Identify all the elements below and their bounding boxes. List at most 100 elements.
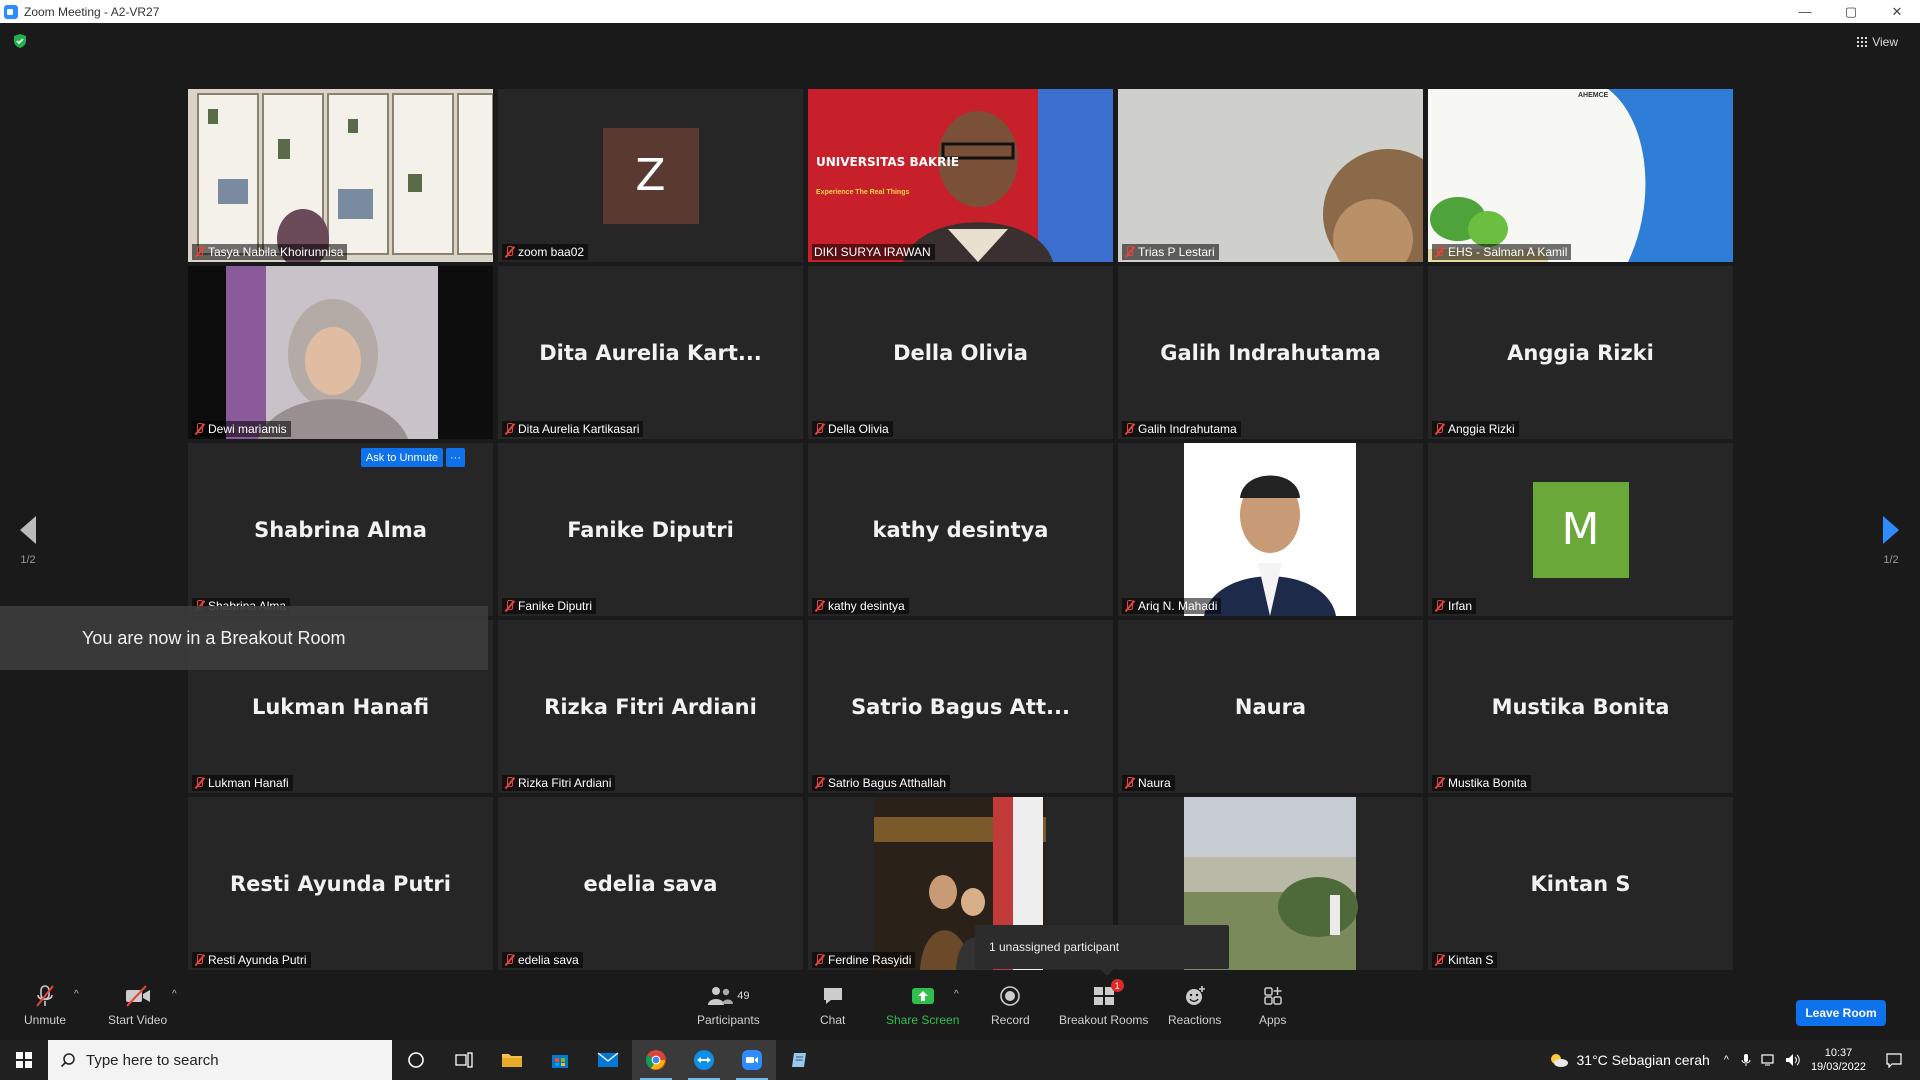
mic-muted-icon: [194, 246, 205, 258]
participant-name-label: EHS - Salman A Kamil: [1432, 244, 1572, 260]
apps-button[interactable]: Apps: [1259, 983, 1286, 1027]
participant-name-label: Dewi mariamis: [192, 421, 291, 437]
network-icon[interactable]: [1761, 1053, 1777, 1067]
participant-name-label: Kintan S: [1432, 952, 1498, 968]
gallery-grid: Tasya Nabila Khoirunnisa Z zoom baa02 UN…: [188, 89, 1733, 970]
task-view-button[interactable]: [440, 1040, 488, 1080]
participant-name: Ariq N. Mahadi: [1138, 599, 1218, 613]
search-icon: [60, 1053, 75, 1068]
clock[interactable]: 10:37 19/03/2022: [1811, 1046, 1866, 1074]
video-options-caret-icon[interactable]: ^: [172, 989, 177, 1000]
microsoft-store-button[interactable]: [536, 1040, 584, 1080]
participant-name-label: Trias P Lestari: [1122, 244, 1219, 260]
mic-muted-icon: [194, 777, 205, 789]
microphone-icon[interactable]: [1741, 1053, 1751, 1067]
mic-muted-icon: [814, 954, 825, 966]
participant-tile[interactable]: kathy desintya kathy desintya: [808, 443, 1113, 616]
minimize-button[interactable]: —: [1782, 0, 1828, 23]
participant-name-label: Lukman Hanafi: [192, 775, 293, 791]
breakout-rooms-button[interactable]: 1 Breakout Rooms: [1059, 979, 1149, 1027]
record-button[interactable]: Record: [991, 983, 1030, 1027]
folder-icon: [502, 1054, 522, 1067]
start-button[interactable]: [0, 1040, 48, 1080]
view-button[interactable]: View: [1857, 35, 1898, 49]
notepad-button[interactable]: [776, 1040, 824, 1080]
share-options-caret-icon[interactable]: ^: [954, 989, 959, 1000]
ask-to-unmute-group: Ask to Unmute ···: [360, 448, 465, 467]
audio-options-caret-icon[interactable]: ^: [74, 989, 79, 1000]
participant-tile[interactable]: Tasya Nabila Khoirunnisa: [188, 89, 493, 262]
participant-tile[interactable]: Dewi mariamis: [188, 266, 493, 439]
participant-tile[interactable]: Fanike Diputri Fanike Diputri: [498, 443, 803, 616]
participants-count: 49: [737, 990, 750, 1002]
leave-room-button[interactable]: Leave Room: [1796, 1000, 1886, 1026]
participant-tile[interactable]: Kintan S Kintan S: [1428, 797, 1733, 970]
breakout-notification-badge: 1: [1110, 979, 1124, 992]
start-video-button[interactable]: Start Video: [108, 983, 167, 1027]
chrome-button[interactable]: [632, 1040, 680, 1080]
mic-muted-icon: [504, 246, 515, 258]
ask-to-unmute-button[interactable]: Ask to Unmute: [360, 448, 443, 467]
video-off-icon: [124, 983, 152, 1009]
participant-tile[interactable]: Anggia Rizki Anggia Rizki: [1428, 266, 1733, 439]
mail-button[interactable]: [584, 1040, 632, 1080]
security-shield-icon[interactable]: [12, 33, 28, 49]
participant-tile[interactable]: Satrio Bagus Att... Satrio Bagus Atthall…: [808, 620, 1113, 793]
weather-partly-cloudy-icon[interactable]: [1549, 1052, 1569, 1068]
unassigned-participant-tooltip: 1 unassigned participant: [975, 925, 1229, 976]
participant-name: DIKI SURYA IRAWAN: [814, 245, 931, 259]
participant-tile[interactable]: Galih Indrahutama Galih Indrahutama: [1118, 266, 1423, 439]
close-button[interactable]: ✕: [1874, 0, 1920, 23]
breakout-rooms-label: Breakout Rooms: [1059, 1013, 1149, 1027]
clock-time: 10:37: [1824, 1047, 1853, 1059]
zoom-taskbar-button[interactable]: [728, 1040, 776, 1080]
participant-tile[interactable]: edelia sava edelia sava: [498, 797, 803, 970]
participants-button[interactable]: 49 Participants: [697, 983, 760, 1027]
participant-tile[interactable]: Resti Ayunda Putri Resti Ayunda Putri: [188, 797, 493, 970]
participant-display-name: Mustika Bonita: [1491, 694, 1670, 719]
participant-name-label: zoom baa02: [502, 244, 589, 260]
apps-icon: [1262, 983, 1284, 1009]
notification-center-icon[interactable]: [1886, 1052, 1902, 1068]
volume-icon[interactable]: [1785, 1053, 1801, 1067]
participant-tile[interactable]: Mustika Bonita Mustika Bonita: [1428, 620, 1733, 793]
participant-tile[interactable]: Naura Naura: [1118, 620, 1423, 793]
previous-page-button[interactable]: 1/2: [18, 516, 38, 566]
participant-tile[interactable]: Della Olivia Della Olivia: [808, 266, 1113, 439]
file-explorer-button[interactable]: [488, 1040, 536, 1080]
restore-button[interactable]: ▢: [1828, 0, 1874, 23]
show-hidden-icons-icon[interactable]: ^: [1724, 1054, 1729, 1066]
next-page-button[interactable]: 1/2: [1881, 516, 1901, 566]
participant-name-label: Satrio Bagus Atthallah: [812, 775, 951, 791]
weather-text[interactable]: 31°C Sebagian cerah: [1577, 1052, 1710, 1068]
chat-button[interactable]: Chat: [820, 983, 845, 1027]
more-options-button[interactable]: ···: [446, 448, 465, 467]
participant-tile[interactable]: Trias P Lestari: [1118, 89, 1423, 262]
participant-tile[interactable]: Ariq N. Mahadi: [1118, 443, 1423, 616]
cortana-button[interactable]: [392, 1040, 440, 1080]
participant-name: Lukman Hanafi: [208, 776, 289, 790]
breakout-room-notification: You are now in a Breakout Room: [0, 606, 488, 670]
participant-tile[interactable]: Rizka Fitri Ardiani Rizka Fitri Ardiani: [498, 620, 803, 793]
unmute-button[interactable]: Unmute: [24, 983, 66, 1027]
window-title: Zoom Meeting - A2-VR27: [24, 4, 160, 19]
participant-tile[interactable]: M Irfan: [1428, 443, 1733, 616]
participant-name: Rizka Fitri Ardiani: [518, 776, 612, 790]
task-view-icon: [455, 1052, 473, 1068]
participant-tile[interactable]: Z zoom baa02: [498, 89, 803, 262]
participant-tile[interactable]: Dita Aurelia Kart... Dita Aurelia Kartik…: [498, 266, 803, 439]
participant-name: Dita Aurelia Kartikasari: [518, 422, 640, 436]
participant-tile[interactable]: Ask to Unmute ··· Shabrina Alma Shabrina…: [188, 443, 493, 616]
mic-muted-icon: [1124, 246, 1135, 258]
search-placeholder: Type here to search: [86, 1051, 219, 1069]
teamviewer-icon: [694, 1050, 714, 1070]
participant-name-label: Resti Ayunda Putri: [192, 952, 311, 968]
reactions-button[interactable]: Reactions: [1168, 983, 1221, 1027]
participant-tile-active-speaker[interactable]: UNIVERSITAS BAKRIE Experience The Real T…: [808, 89, 1113, 262]
participant-name-label: Ferdine Rasyidi: [812, 952, 916, 968]
zoom-app-icon: [4, 4, 18, 19]
teamviewer-button[interactable]: [680, 1040, 728, 1080]
participant-tile[interactable]: AHEMCE EHS - Salman A Kamil: [1428, 89, 1733, 262]
share-screen-button[interactable]: Share Screen: [886, 983, 959, 1027]
taskbar-search[interactable]: Type here to search: [48, 1040, 392, 1080]
